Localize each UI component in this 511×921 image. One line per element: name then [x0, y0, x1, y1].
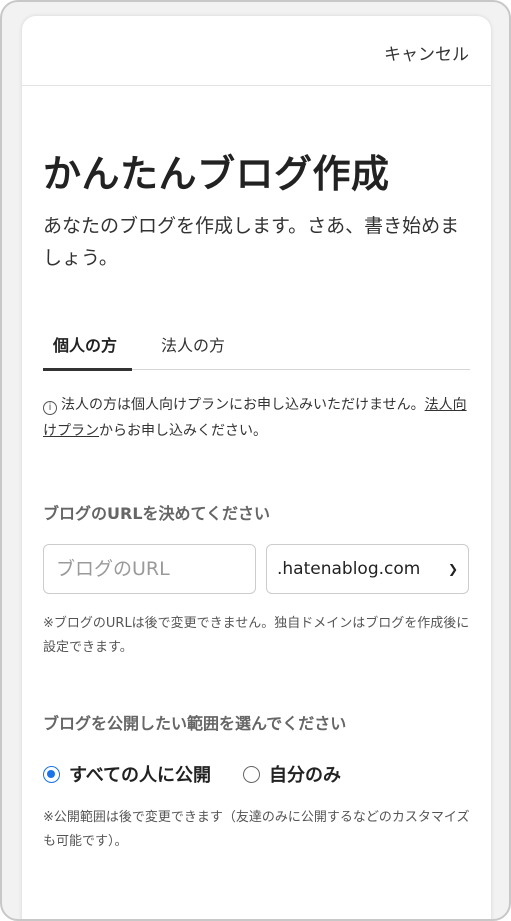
radio-label-public: すべての人に公開	[69, 765, 212, 786]
tab-bar: 個人の方 法人の方	[43, 314, 470, 371]
chevron-down-icon: ❯	[447, 562, 458, 576]
publish-radio-group: すべての人に公開 自分のみ	[43, 760, 470, 788]
tab-corporate[interactable]: 法人の方	[161, 332, 225, 356]
domain-select-value: .hatenablog.com	[277, 559, 421, 579]
tab-individual[interactable]: 個人の方	[53, 332, 117, 356]
modal-card: キャンセル かんたんブログ作成 あなたのブログを作成します。さあ、書き始めましょ…	[22, 16, 491, 919]
radio-button-private[interactable]	[243, 765, 261, 783]
active-tab-indicator	[43, 368, 132, 371]
domain-select[interactable]: .hatenablog.com ❯	[266, 544, 469, 594]
top-bar: キャンセル	[22, 16, 491, 86]
radio-label-private: 自分のみ	[269, 765, 342, 786]
radio-option-public[interactable]: すべての人に公開	[43, 761, 211, 787]
publish-note: ※公開範囲は後で変更できます（友達のみに公開するなどのカスタマイズも可能です）。	[43, 810, 470, 849]
radio-button-public[interactable]	[43, 765, 60, 783]
blog-url-input[interactable]	[43, 544, 256, 594]
notice-text-after: からお申し込みください。	[99, 423, 267, 439]
notice-text-before: 法人の方は個人向けプランにお申し込みいただけません。	[61, 397, 425, 413]
cancel-button[interactable]: キャンセル	[384, 40, 469, 65]
url-note: ※ブログのURLは後で変更できません。独自ドメインはブログを作成後に設定できます…	[43, 616, 470, 655]
info-icon: i	[43, 401, 57, 415]
url-row: .hatenablog.com ❯	[43, 544, 470, 594]
page-subtitle: あなたのブログを作成します。さあ、書き始めましょう。	[43, 215, 460, 269]
window-frame: キャンセル かんたんブログ作成 あなたのブログを作成します。さあ、書き始めましょ…	[0, 0, 511, 921]
main-content: かんたんブログ作成 あなたのブログを作成します。さあ、書き始めましょう。 個人の…	[22, 150, 491, 854]
publish-section-label: ブログを公開したい範囲を選んでください	[43, 714, 347, 733]
radio-option-private[interactable]: 自分のみ	[243, 761, 341, 787]
page-title: かんたんブログ作成	[43, 152, 390, 196]
url-section-label: ブログのURLを決めてください	[43, 504, 271, 523]
corporate-notice: i 法人の方は個人向けプランにお申し込みいただけません。法人向けプランからお申し込…	[43, 392, 470, 444]
